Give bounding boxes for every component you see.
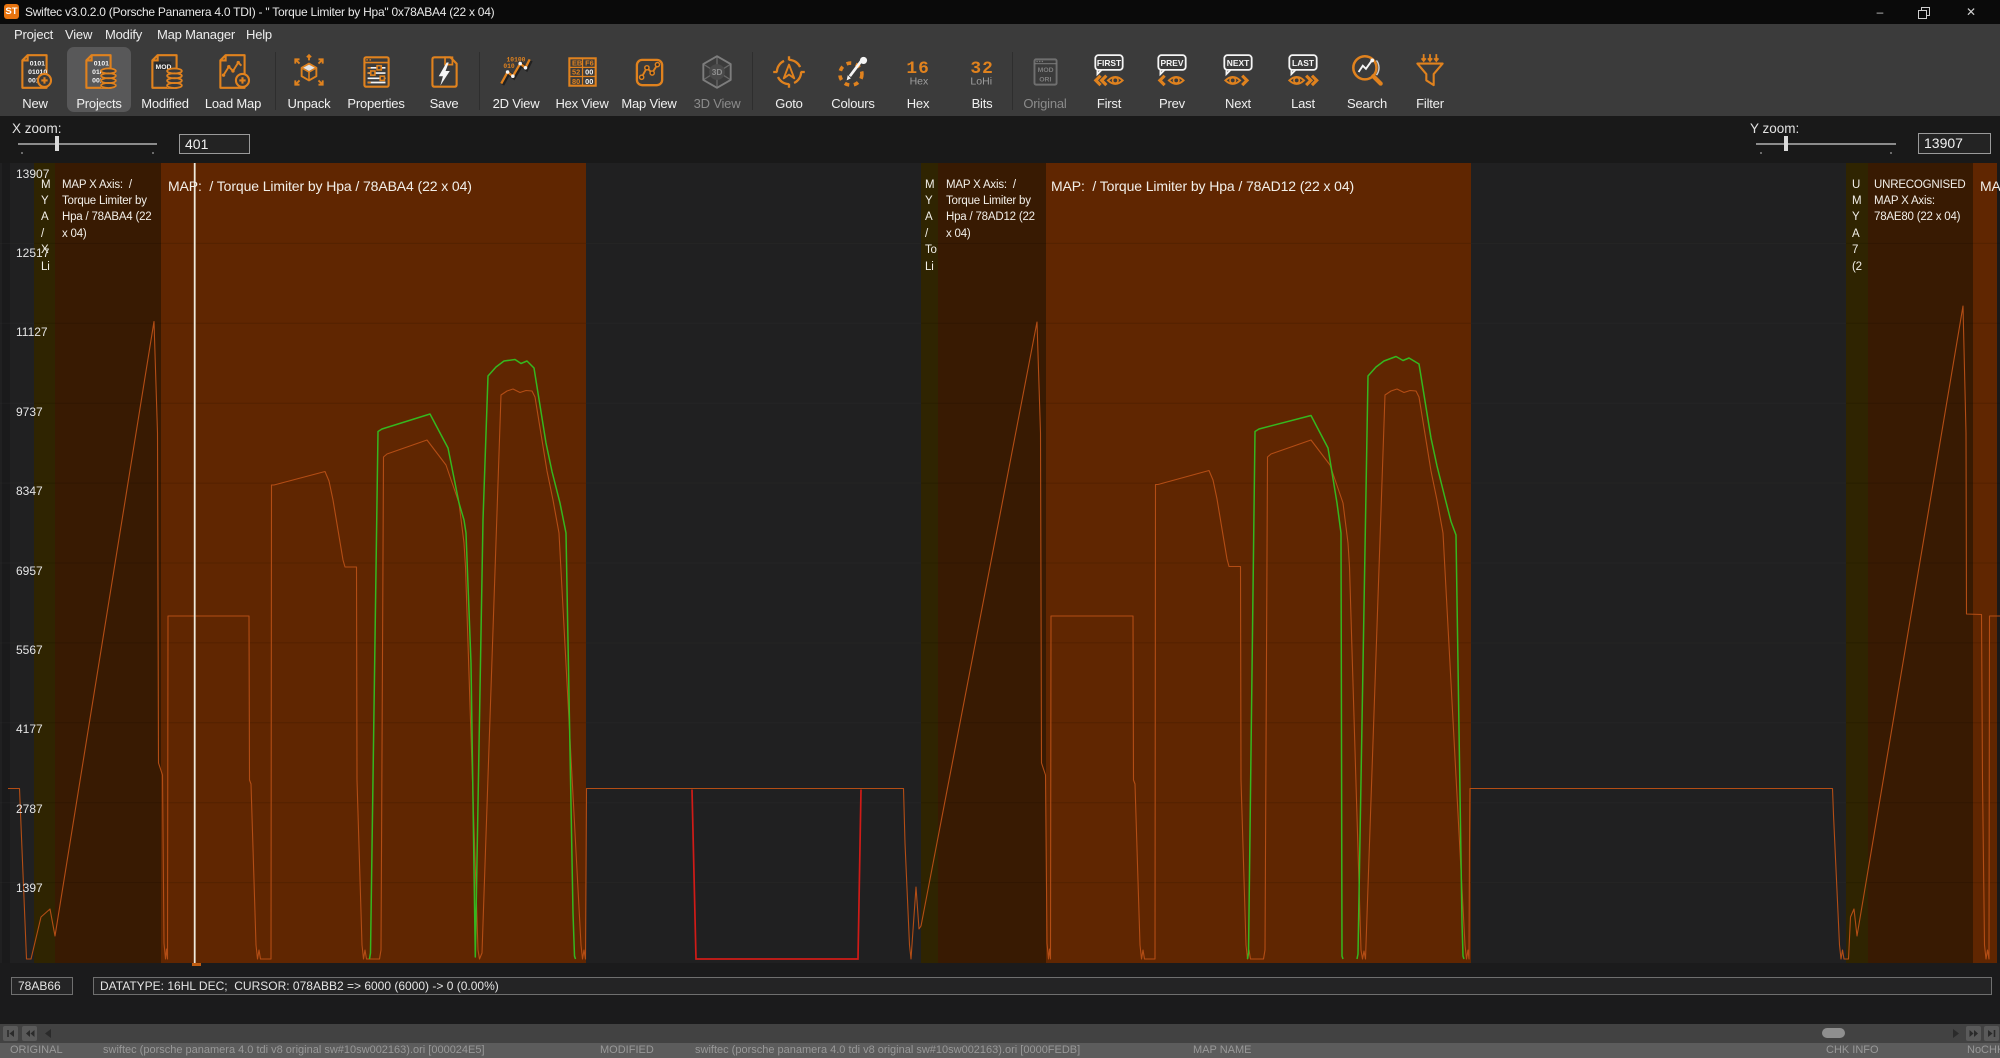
svg-text:FIRST: FIRST <box>1097 58 1122 68</box>
svg-text:3D: 3D <box>712 67 723 77</box>
svg-text:80: 80 <box>572 77 580 86</box>
svg-text:EB: EB <box>572 58 582 67</box>
svg-text:LAST: LAST <box>1292 58 1315 68</box>
svg-text:MOD: MOD <box>1038 67 1054 74</box>
svg-text:0101: 0101 <box>94 61 109 68</box>
svg-text:00: 00 <box>585 68 593 77</box>
svg-text:PREV: PREV <box>1161 58 1184 68</box>
svg-text:010: 010 <box>503 63 515 70</box>
svg-text:52: 52 <box>572 68 580 77</box>
svg-text:NEXT: NEXT <box>1227 58 1250 68</box>
svg-text:Hex: Hex <box>910 76 929 88</box>
svg-text:ORI: ORI <box>1039 76 1051 83</box>
svg-text:LoHi: LoHi <box>970 76 992 88</box>
svg-text:00: 00 <box>585 77 593 86</box>
svg-text:F6: F6 <box>585 58 594 67</box>
svg-text:0101: 0101 <box>30 61 45 68</box>
